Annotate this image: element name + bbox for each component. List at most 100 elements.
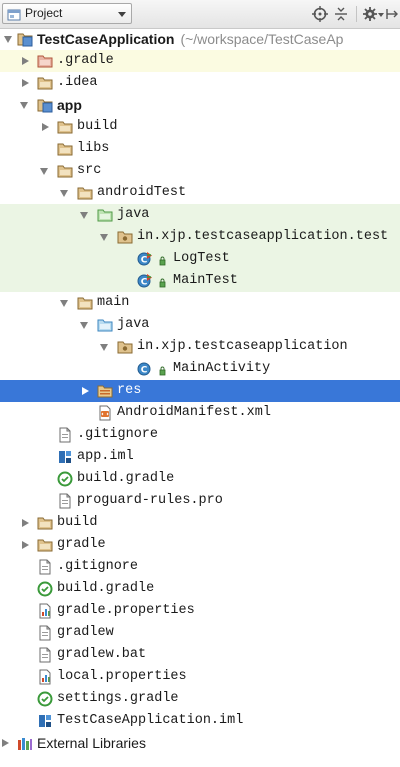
tree-row-gradle-properties[interactable]: gradle.properties xyxy=(0,600,400,622)
tree-label: app.iml xyxy=(77,449,134,464)
gradle-file-icon xyxy=(37,691,53,707)
expand-toggle[interactable] xyxy=(40,168,48,175)
project-view-label: Project xyxy=(25,6,63,20)
tree-label: .idea xyxy=(57,75,98,90)
expand-toggle[interactable] xyxy=(22,519,29,527)
project-tree: TestCaseApplication (~/workspace/TestCase… xyxy=(0,28,400,754)
hide-icon[interactable] xyxy=(386,6,400,22)
folder-icon xyxy=(57,141,73,157)
text-file-icon xyxy=(37,647,53,663)
project-icon xyxy=(7,9,21,21)
expand-toggle[interactable] xyxy=(4,36,12,43)
tree-label: res xyxy=(117,383,142,398)
tree-label: proguard-rules.pro xyxy=(77,493,223,508)
text-file-icon xyxy=(37,559,53,575)
tree-row-android-test-java[interactable]: java xyxy=(0,204,400,226)
gear-dropdown-arrow-icon[interactable] xyxy=(378,13,384,17)
gear-icon[interactable] xyxy=(362,6,378,22)
text-file-icon xyxy=(57,493,73,509)
expand-toggle[interactable] xyxy=(100,234,108,241)
gradle-file-icon xyxy=(37,581,53,597)
tree-row-settings-gradle[interactable]: settings.gradle xyxy=(0,688,400,710)
tree-label: MainTest xyxy=(173,273,238,288)
tree-label: TestCaseApplication.iml xyxy=(57,713,244,728)
tree-row-root[interactable]: TestCaseApplication (~/workspace/TestCase… xyxy=(0,28,400,50)
tree-label: gradlew xyxy=(57,625,114,640)
package-icon xyxy=(117,339,133,355)
tree-row-android-test[interactable]: androidTest xyxy=(0,182,400,204)
tree-label: gradlew.bat xyxy=(57,647,147,662)
tree-label: build.gradle xyxy=(57,581,155,596)
lock-icon xyxy=(150,251,166,267)
tree-row-main-java[interactable]: java xyxy=(0,314,400,336)
expand-toggle[interactable] xyxy=(2,739,9,747)
expand-toggle[interactable] xyxy=(20,102,28,109)
tree-row-log-test[interactable]: LogTest xyxy=(0,248,400,270)
tree-row-app-build-gradle[interactable]: build.gradle xyxy=(0,468,400,490)
test-source-folder-icon xyxy=(97,207,113,223)
tree-row-root-gitignore[interactable]: .gitignore xyxy=(0,556,400,578)
folder-icon xyxy=(37,537,53,553)
tree-row-app-gitignore[interactable]: .gitignore xyxy=(0,424,400,446)
expand-toggle[interactable] xyxy=(22,57,29,65)
tree-label: local.properties xyxy=(57,669,187,684)
tree-label: .gitignore xyxy=(57,559,139,574)
tree-row-app-iml[interactable]: app.iml xyxy=(0,446,400,468)
folder-icon xyxy=(57,163,73,179)
tree-row-main-package[interactable]: in.xjp.testcaseapplication xyxy=(0,336,400,358)
tree-row-manifest[interactable]: AndroidManifest.xml xyxy=(0,402,400,424)
package-icon xyxy=(117,229,133,245)
expand-toggle[interactable] xyxy=(22,79,29,87)
folder-icon xyxy=(57,119,73,135)
tree-label: java xyxy=(117,317,150,332)
tree-row-root-build[interactable]: build xyxy=(0,512,400,534)
tree-row-main-activity[interactable]: MainActivity xyxy=(0,358,400,380)
tree-label: .gitignore xyxy=(77,427,159,442)
expand-toggle[interactable] xyxy=(80,322,88,329)
expand-toggle[interactable] xyxy=(80,212,88,219)
tree-row-root-iml[interactable]: TestCaseApplication.iml xyxy=(0,710,400,732)
expand-toggle[interactable] xyxy=(22,541,29,549)
tree-row-idea[interactable]: .idea xyxy=(0,72,400,94)
tree-label: build.gradle xyxy=(77,471,175,486)
tree-row-gradlew[interactable]: gradlew xyxy=(0,622,400,644)
collapse-all-icon[interactable] xyxy=(333,6,349,22)
project-path: (~/workspace/TestCaseAp xyxy=(180,31,344,47)
folder-icon xyxy=(77,295,93,311)
tree-row-src[interactable]: src xyxy=(0,160,400,182)
libraries-icon xyxy=(17,735,33,751)
tree-row-root-build-gradle[interactable]: build.gradle xyxy=(0,578,400,600)
tree-label: androidTest xyxy=(97,185,187,200)
tree-label: build xyxy=(57,515,98,530)
iml-file-icon xyxy=(37,713,53,729)
tree-label: app xyxy=(57,97,82,113)
tree-row-local-properties[interactable]: local.properties xyxy=(0,666,400,688)
tree-label: External Libraries xyxy=(37,735,146,751)
tree-label: build xyxy=(77,119,118,134)
expand-toggle[interactable] xyxy=(100,344,108,351)
tree-row-external-libraries[interactable]: External Libraries xyxy=(0,732,400,754)
tree-row-libs[interactable]: libs xyxy=(0,138,400,160)
expand-toggle[interactable] xyxy=(60,300,68,307)
project-name: TestCaseApplication xyxy=(37,31,175,47)
expand-toggle[interactable] xyxy=(42,123,49,131)
project-view-dropdown[interactable]: Project xyxy=(2,3,132,24)
target-icon[interactable] xyxy=(312,6,328,22)
tree-row-proguard[interactable]: proguard-rules.pro xyxy=(0,490,400,512)
tree-row-main-test[interactable]: MainTest xyxy=(0,270,400,292)
expand-toggle[interactable] xyxy=(82,387,89,395)
tree-row-gradlew-bat[interactable]: gradlew.bat xyxy=(0,644,400,666)
tree-row-test-package[interactable]: in.xjp.testcaseapplication.test xyxy=(0,226,400,248)
tree-label: .gradle xyxy=(57,53,114,68)
properties-file-icon xyxy=(37,603,53,619)
tree-row-res[interactable]: res xyxy=(0,380,400,402)
tree-row-app[interactable]: app xyxy=(0,94,400,116)
lock-icon xyxy=(150,361,166,377)
tree-row-app-build[interactable]: build xyxy=(0,116,400,138)
tree-row-main[interactable]: main xyxy=(0,292,400,314)
expand-toggle[interactable] xyxy=(60,190,68,197)
text-file-icon xyxy=(37,625,53,641)
tree-row-gradle-hidden[interactable]: .gradle xyxy=(0,50,400,72)
folder-icon xyxy=(77,185,93,201)
tree-row-root-gradle[interactable]: gradle xyxy=(0,534,400,556)
